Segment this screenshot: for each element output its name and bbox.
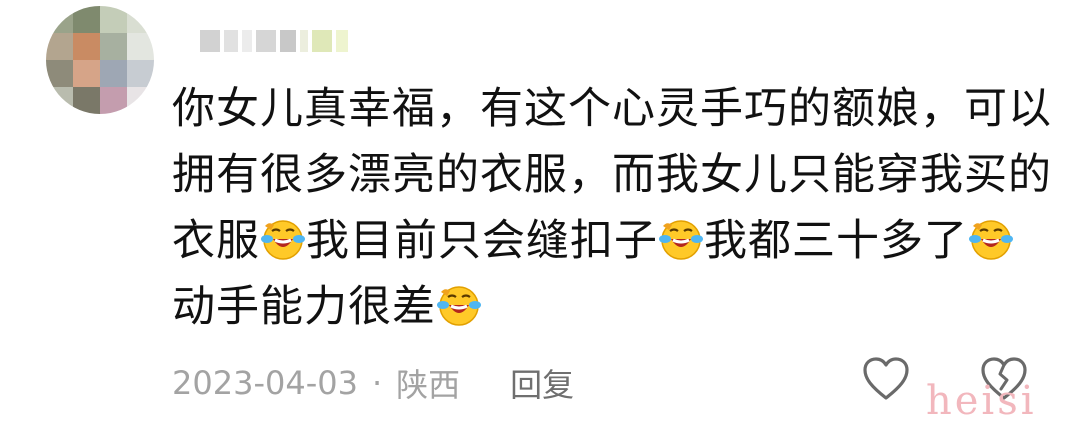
reply-button[interactable]: 回复	[510, 360, 574, 406]
comment-meta: 2023-04-03 · 陕西 回复	[172, 360, 574, 406]
comment-line: 动手能力很差	[172, 274, 1052, 340]
comment-location: 陕西	[396, 366, 461, 404]
laugh-cry-emoji-icon	[659, 220, 703, 260]
heart-outline-icon[interactable]	[862, 356, 910, 402]
laugh-cry-emoji-icon	[437, 286, 481, 326]
comment-item: 你女儿真幸福，有这个心灵手巧的额娘，可以 拥有很多漂亮的衣服，而我女儿只能穿我买…	[0, 0, 1080, 431]
comment-line: 衣服 我目前只会缝扣子 我都三十多了	[172, 208, 1052, 274]
comment-line: 你女儿真幸福，有这个心灵手巧的额娘，可以	[172, 84, 1052, 134]
laugh-cry-emoji-icon	[969, 220, 1013, 260]
meta-separator: ·	[371, 364, 383, 402]
laugh-cry-emoji-icon	[261, 220, 305, 260]
avatar[interactable]	[46, 6, 154, 114]
comment-date: 2023-04-03	[172, 364, 358, 402]
comment-line: 拥有很多漂亮的衣服，而我女儿只能穿我买的	[172, 150, 1052, 200]
comment-text: 你女儿真幸福，有这个心灵手巧的额娘，可以 拥有很多漂亮的衣服，而我女儿只能穿我买…	[172, 76, 1052, 340]
watermark: heisi	[926, 378, 1037, 424]
username-blurred[interactable]	[200, 30, 348, 52]
